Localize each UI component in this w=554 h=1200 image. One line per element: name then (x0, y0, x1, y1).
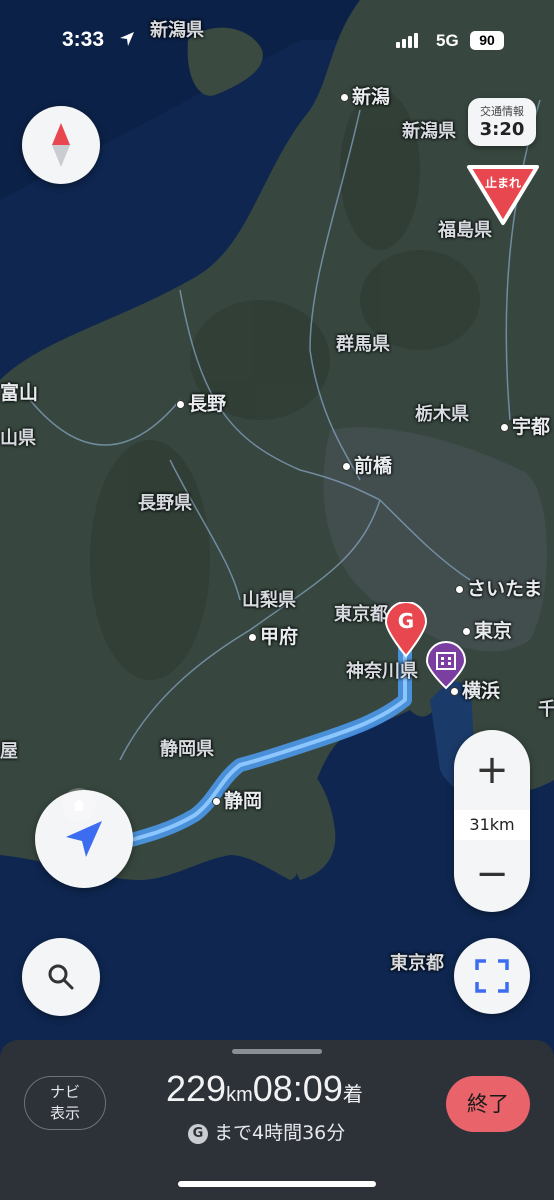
panel-drag-handle[interactable] (232, 1049, 322, 1054)
map-label-kofu: 甲府 (248, 622, 298, 649)
route-summary-panel: ナビ 表示 229km08:09着 G まで4時間36分 終了 (0, 1040, 554, 1200)
map-label-tokyo-pref-sea: 東京都 (390, 953, 444, 974)
map-label-tokyo: 東京 (462, 616, 512, 643)
map-label-saitama: さいたま (455, 574, 542, 601)
current-location-icon (66, 821, 102, 857)
map-label-chiba: 千 (538, 699, 554, 720)
map-label-yamanashi-pref: 山梨県 (242, 590, 296, 611)
goal-icon: G (188, 1123, 208, 1144)
map-label-kanagawa-pref: 神奈川県 (346, 661, 418, 682)
network-label: 5G (436, 31, 459, 50)
building-icon[interactable] (424, 640, 468, 690)
navi-display-label-2: 表示 (49, 1104, 80, 1122)
map-label-tochigi-pref: 栃木県 (415, 404, 469, 425)
eta-summary: 229km08:09着 (166, 1068, 363, 1110)
end-button[interactable]: 終了 (446, 1076, 530, 1132)
fullscreen-button[interactable] (454, 938, 530, 1014)
remaining-time-text: まで4時間36分 (214, 1122, 346, 1144)
navi-display-button[interactable]: ナビ 表示 (24, 1076, 106, 1130)
arrival-time: 08:09 (252, 1068, 343, 1109)
search-icon (48, 964, 74, 990)
remaining-time: G まで4時間36分 (188, 1118, 345, 1145)
map-label-nagano-city: 長野 (176, 389, 226, 416)
traffic-info-time: 3:20 (479, 119, 525, 140)
map-label-shizuoka-city: 静岡 (212, 786, 262, 813)
map-label-toyama: 富山 (0, 382, 39, 404)
goal-marker-label: G (397, 609, 415, 633)
map-label-aichi: 屋 (0, 741, 18, 762)
fullscreen-icon (475, 959, 509, 993)
map-label-toyama-pref: 山県 (0, 428, 36, 449)
compass-icon (52, 123, 70, 167)
map-label-tokyo-pref: 東京都 (334, 604, 388, 625)
stop-sign-icon: 止まれ (466, 164, 540, 226)
battery-indicator: 90 (470, 31, 504, 50)
map-label-gunma-pref: 群馬県 (336, 334, 390, 355)
home-indicator (178, 1181, 376, 1187)
map-label-shizuoka-pref: 静岡県 (160, 739, 214, 760)
map-label-niigata-city: 新潟 (340, 82, 390, 109)
stop-sign-text: 止まれ (484, 176, 521, 190)
traffic-info-label: 交通情報 (480, 105, 524, 118)
signal-icon (396, 33, 420, 52)
arrival-suffix: 着 (342, 1084, 363, 1106)
map-scale: 31km (454, 810, 530, 840)
traffic-info-button[interactable]: 交通情報 3:20 (468, 98, 536, 146)
map-label-nagano-pref: 長野県 (138, 493, 192, 514)
search-button[interactable] (22, 938, 100, 1016)
zoom-control: + 31km − (454, 730, 530, 912)
goal-marker[interactable]: G (384, 601, 428, 658)
distance-value: 229 (166, 1068, 227, 1109)
status-time: 3:33 (62, 28, 105, 51)
location-arrow-icon (120, 32, 134, 46)
navi-display-label-1: ナビ (49, 1083, 80, 1101)
status-bar: 3:33 5G 90 (0, 0, 554, 80)
home-icon[interactable] (62, 788, 96, 822)
map-label-maebashi: 前橋 (342, 451, 392, 478)
distance-unit: km (226, 1084, 253, 1106)
zoom-out-button[interactable]: − (454, 854, 530, 894)
map-label-utsunomiya: 宇都 (500, 412, 550, 439)
map-label-niigata-pref: 新潟県 (402, 121, 456, 142)
zoom-in-button[interactable]: + (454, 750, 530, 790)
compass-button[interactable] (22, 106, 100, 184)
